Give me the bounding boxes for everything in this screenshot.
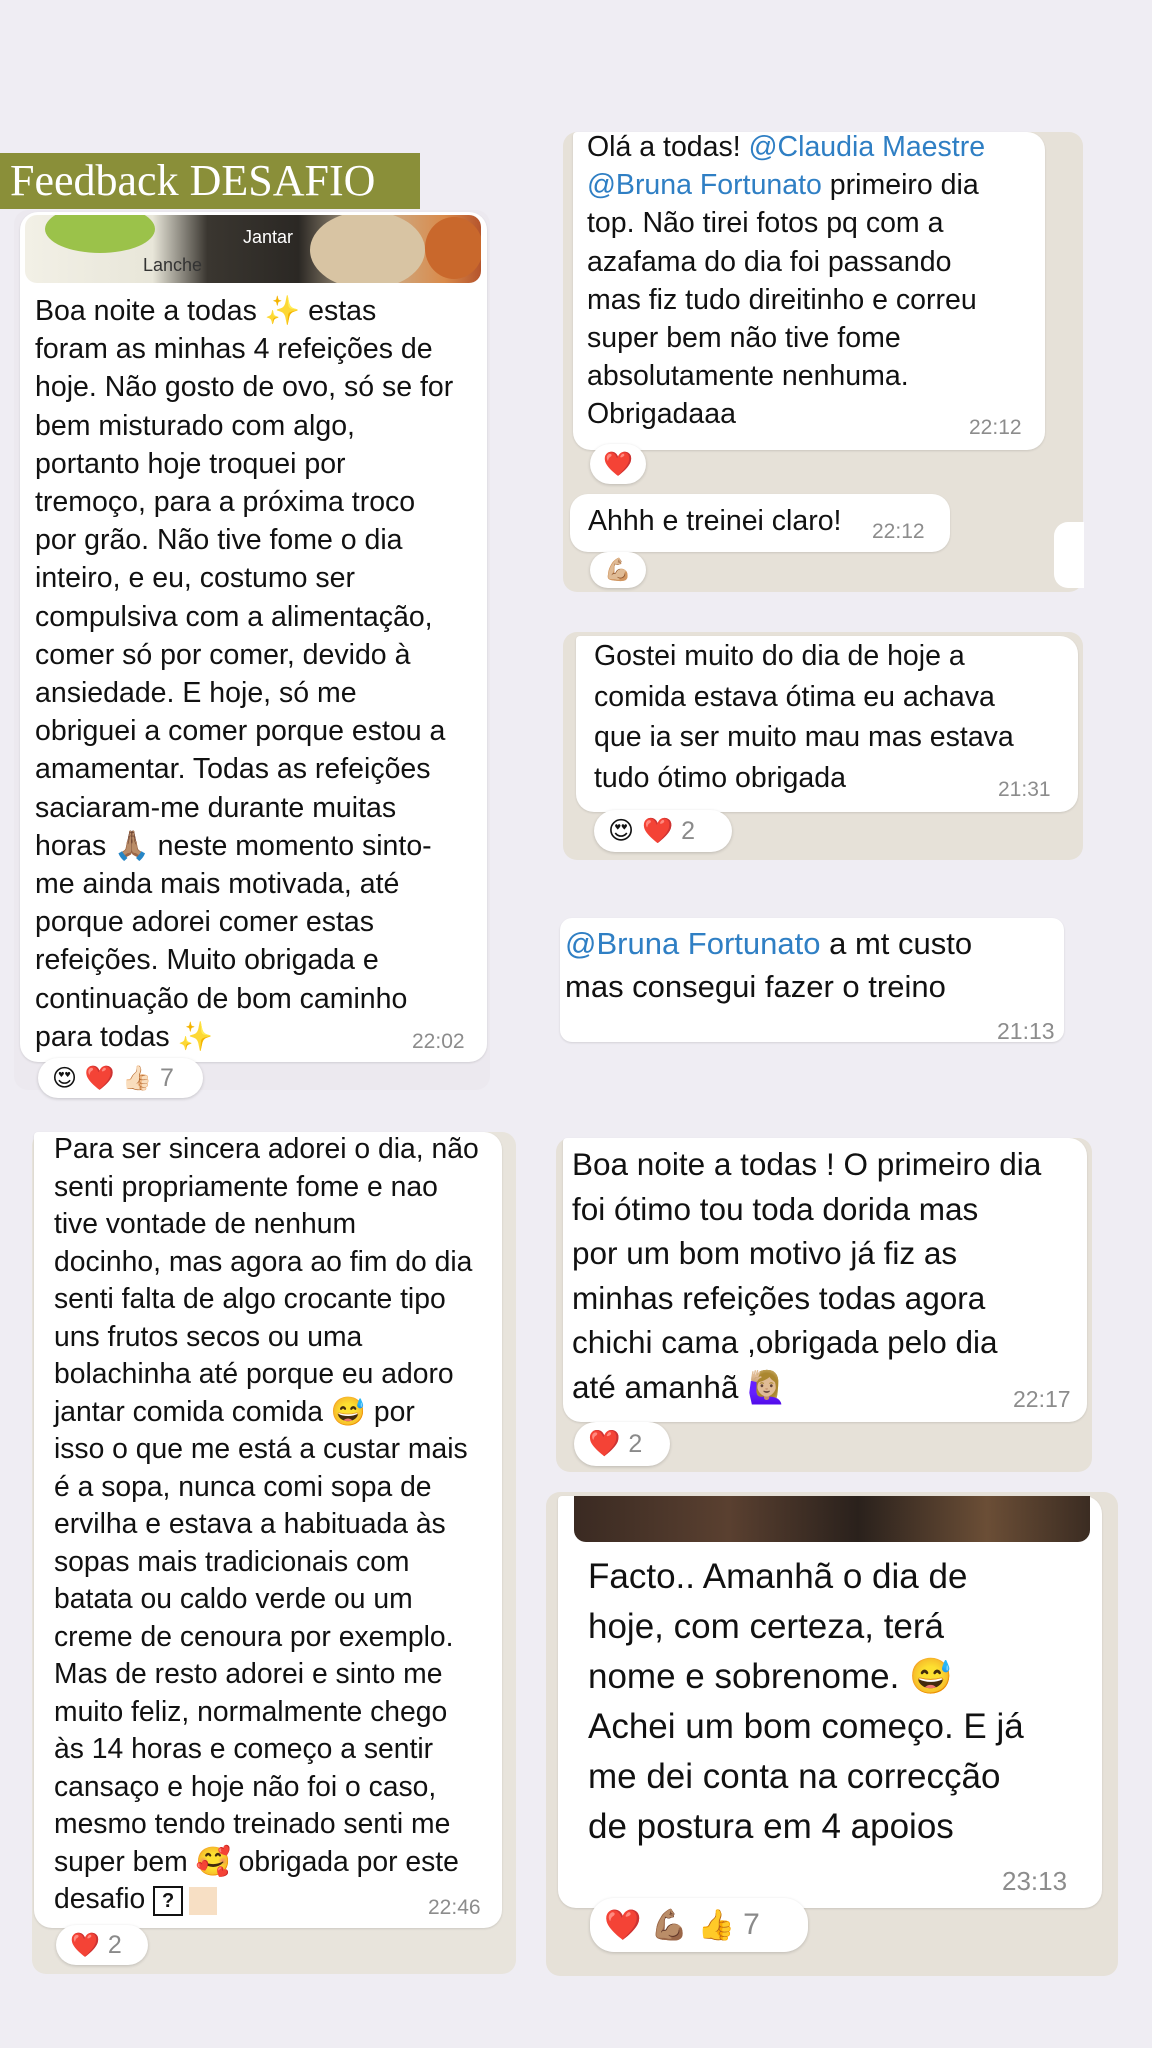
reaction-emojis-3: 💪🏼 [604, 557, 632, 583]
photo-apple [425, 217, 481, 279]
message-time-5: 21:13 [997, 1018, 1055, 1044]
reactions-4[interactable]: 😍 ❤️ 2 [594, 810, 732, 852]
message-text-2-rest: primeiro dia top. Não tirei fotos pq com… [587, 169, 979, 431]
message-text-6: Para ser sincera adorei o dia, não senti… [54, 1130, 502, 1918]
reactions-8[interactable]: ❤️ 💪🏽 👍 7 [590, 1898, 808, 1952]
message-time-4: 21:31 [998, 778, 1051, 801]
message-text-3: Ahhh e treinei claro! [588, 505, 842, 537]
photo-strip[interactable]: Lanche Jantar [25, 215, 481, 283]
photo-label-lanche: Lanche [143, 255, 203, 275]
message-text-5: @Bruna Fortunato a mt custo mas consegui… [565, 922, 1064, 1008]
reactions-2[interactable]: ❤️ [590, 444, 646, 484]
message-time-2: 22:12 [969, 416, 1022, 439]
message-text-2: Olá a todas! @Claudia Maestre @Bruna For… [587, 128, 1045, 434]
reaction-emojis-7: ❤️ [588, 1429, 621, 1459]
reaction-emojis-2: ❤️ [603, 450, 633, 478]
message-bubble-5[interactable]: @Bruna Fortunato a mt custo mas consegui… [560, 918, 1064, 1044]
message-time-3: 22:12 [872, 520, 925, 543]
message-text-1: Boa noite a todas ✨ estas foram as minha… [35, 295, 454, 1053]
message-time-6: 22:46 [428, 1896, 481, 1919]
message-bubble-2[interactable]: Olá a todas! @Claudia Maestre @Bruna For… [573, 131, 1045, 450]
message-text-7: Boa noite a todas ! O primeiro dia foi ó… [572, 1146, 1042, 1405]
reactions-3[interactable]: 💪🏼 [590, 552, 646, 588]
message-bubble-3[interactable]: Ahhh e treinei claro! 22:12 [570, 494, 950, 552]
reactions-1[interactable]: 😍 ❤️ 👍🏻 7 [38, 1058, 203, 1098]
mention-claudia-maestre[interactable]: @Claudia Maestre [749, 131, 985, 163]
reaction-count-8: 7 [743, 1908, 760, 1941]
photo-crackers [310, 215, 425, 283]
message-time-1: 22:02 [412, 1030, 465, 1053]
reaction-count-6: 2 [107, 1930, 122, 1959]
feedback-banner-title: Feedback DESAFIO [0, 153, 420, 209]
mention-bruna-fortunato-2[interactable]: @Bruna Fortunato [565, 926, 821, 961]
message-text-8: Facto.. Amanhã o dia de hoje, com certez… [588, 1557, 1024, 1846]
message-text-4: Gostei muito do dia de hoje a comida est… [594, 640, 1014, 794]
reaction-count-1: 7 [160, 1063, 174, 1092]
reaction-emojis-8: ❤️ 💪🏽 👍 [604, 1907, 736, 1943]
photo-label-jantar: Jantar [243, 227, 294, 247]
message-time-8: 23:13 [1002, 1866, 1068, 1896]
reactions-6[interactable]: ❤️ 2 [56, 1925, 148, 1965]
message-bubble-1[interactable]: Lanche Jantar Boa noite a todas ✨ estas … [20, 212, 487, 1062]
message-text-6-body: Para ser sincera adorei o dia, não senti… [54, 1132, 479, 1914]
unknown-glyph-icon: ? [153, 1885, 184, 1916]
reaction-count-4: 2 [681, 816, 696, 845]
mention-bruna-fortunato[interactable]: @Bruna Fortunato [587, 169, 822, 201]
reaction-emojis-6: ❤️ [70, 1931, 100, 1959]
message-bubble-7[interactable]: Boa noite a todas ! O primeiro dia foi ó… [563, 1138, 1087, 1422]
skin-tone-swatch-icon [189, 1886, 218, 1915]
message-text-2-intro: Olá a todas! [587, 131, 749, 163]
partial-reply-edge [1054, 522, 1084, 588]
message-bubble-4[interactable]: Gostei muito do dia de hoje a comida est… [576, 636, 1078, 812]
photo-kiwi [45, 215, 155, 253]
message-bubble-6[interactable]: Para ser sincera adorei o dia, não senti… [34, 1132, 502, 1928]
reaction-count-7: 2 [628, 1429, 643, 1458]
message-time-7: 22:17 [1013, 1386, 1071, 1412]
message-bubble-8[interactable]: Facto.. Amanhã o dia de hoje, com certez… [558, 1496, 1102, 1908]
image-preview-strip[interactable] [574, 1496, 1090, 1542]
reaction-emojis-4: 😍 ❤️ [608, 816, 674, 845]
reactions-7[interactable]: ❤️ 2 [574, 1422, 670, 1466]
reaction-emojis-1: 😍 ❤️ 👍🏻 [52, 1064, 153, 1092]
